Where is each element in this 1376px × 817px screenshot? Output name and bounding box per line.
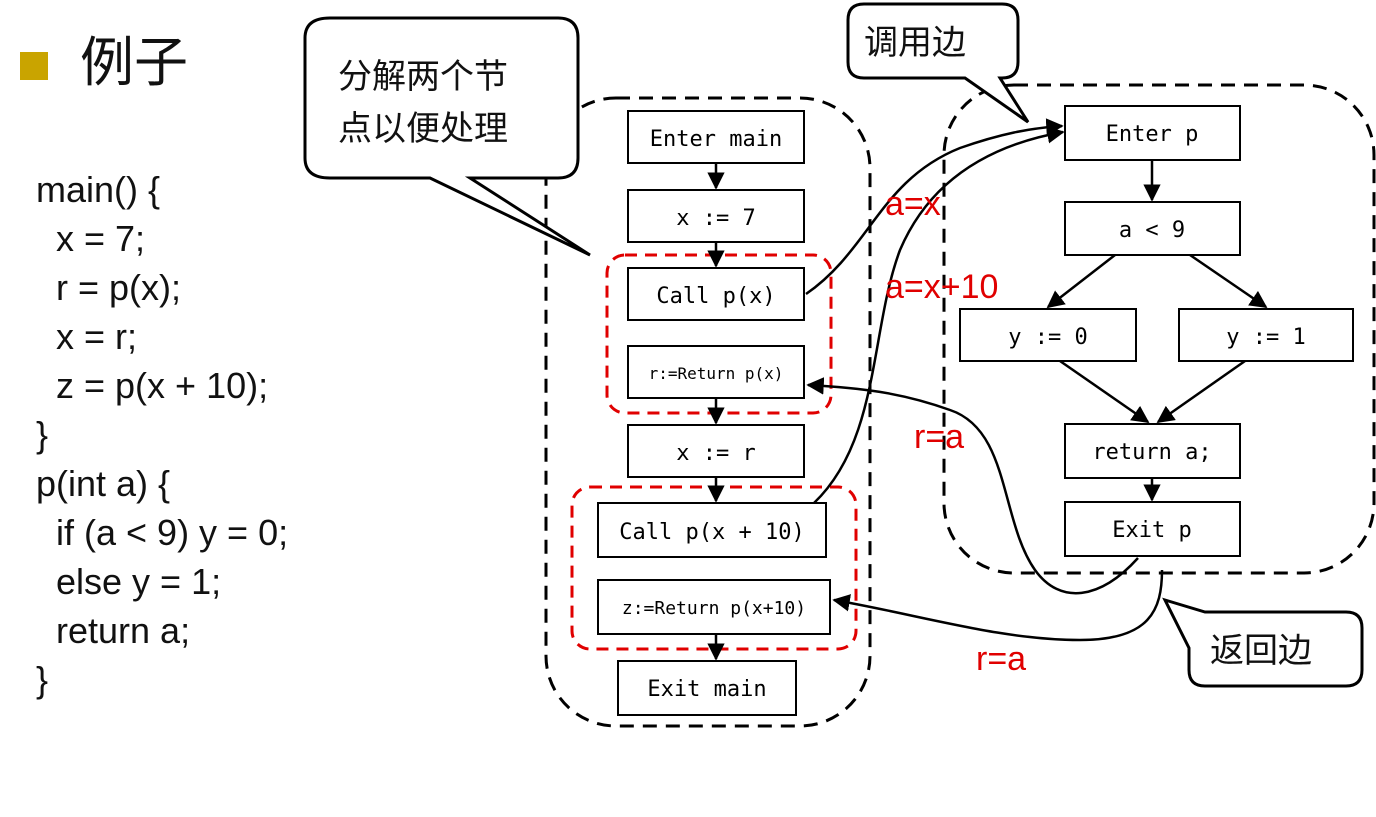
callout-call-edge-text: 调用边 — [864, 23, 966, 63]
callout-split-line2: 点以便处理 — [338, 109, 508, 149]
node-y-assign-1-label: y := 1 — [1226, 325, 1305, 350]
node-exit-main-label: Exit main — [647, 677, 766, 702]
slide: 例子 main() { x = 7; r = p(x); x = r; z = … — [0, 0, 1376, 817]
node-enter-main-label: Enter main — [650, 127, 782, 152]
edge-p-cond-y1 — [1189, 253, 1268, 309]
return-edge-2-label: r=a — [976, 640, 1026, 678]
node-return-p-x-label: r:=Return p(x) — [649, 364, 784, 383]
callout-call-edge-bubble — [846, 2, 1030, 124]
node-enter-p-label: Enter p — [1106, 122, 1199, 147]
call-edge-1-label: a=x — [885, 185, 941, 223]
call-edge-2-label: a=x+10 — [885, 268, 998, 306]
node-return-a-label: return a; — [1092, 440, 1211, 465]
return-edge-1-label: r=a — [914, 418, 964, 456]
edge-p-y1-ret — [1156, 359, 1246, 424]
node-exit-p-label: Exit p — [1112, 518, 1191, 543]
node-x-assign-7-label: x := 7 — [676, 206, 755, 231]
node-call-p-x-label: Call p(x) — [656, 284, 775, 309]
callout-split-line1: 分解两个节 — [338, 57, 508, 97]
edge-p-y0-ret — [1059, 359, 1150, 424]
node-call-p-x10-label: Call p(x + 10) — [619, 520, 804, 545]
callout-return-edge-text: 返回边 — [1210, 631, 1312, 671]
node-cond-a-lt-9-label: a < 9 — [1119, 218, 1185, 243]
cfg-diagram: Enter main x := 7 Call p(x) r:=Return p(… — [303, 2, 1376, 728]
edge-p-cond-y0 — [1046, 254, 1116, 309]
node-return-p-x10-label: z:=Return p(x+10) — [622, 598, 806, 619]
node-x-assign-r-label: x := r — [676, 441, 755, 466]
node-y-assign-0-label: y := 0 — [1008, 325, 1087, 350]
return-edge-1 — [806, 377, 1139, 595]
